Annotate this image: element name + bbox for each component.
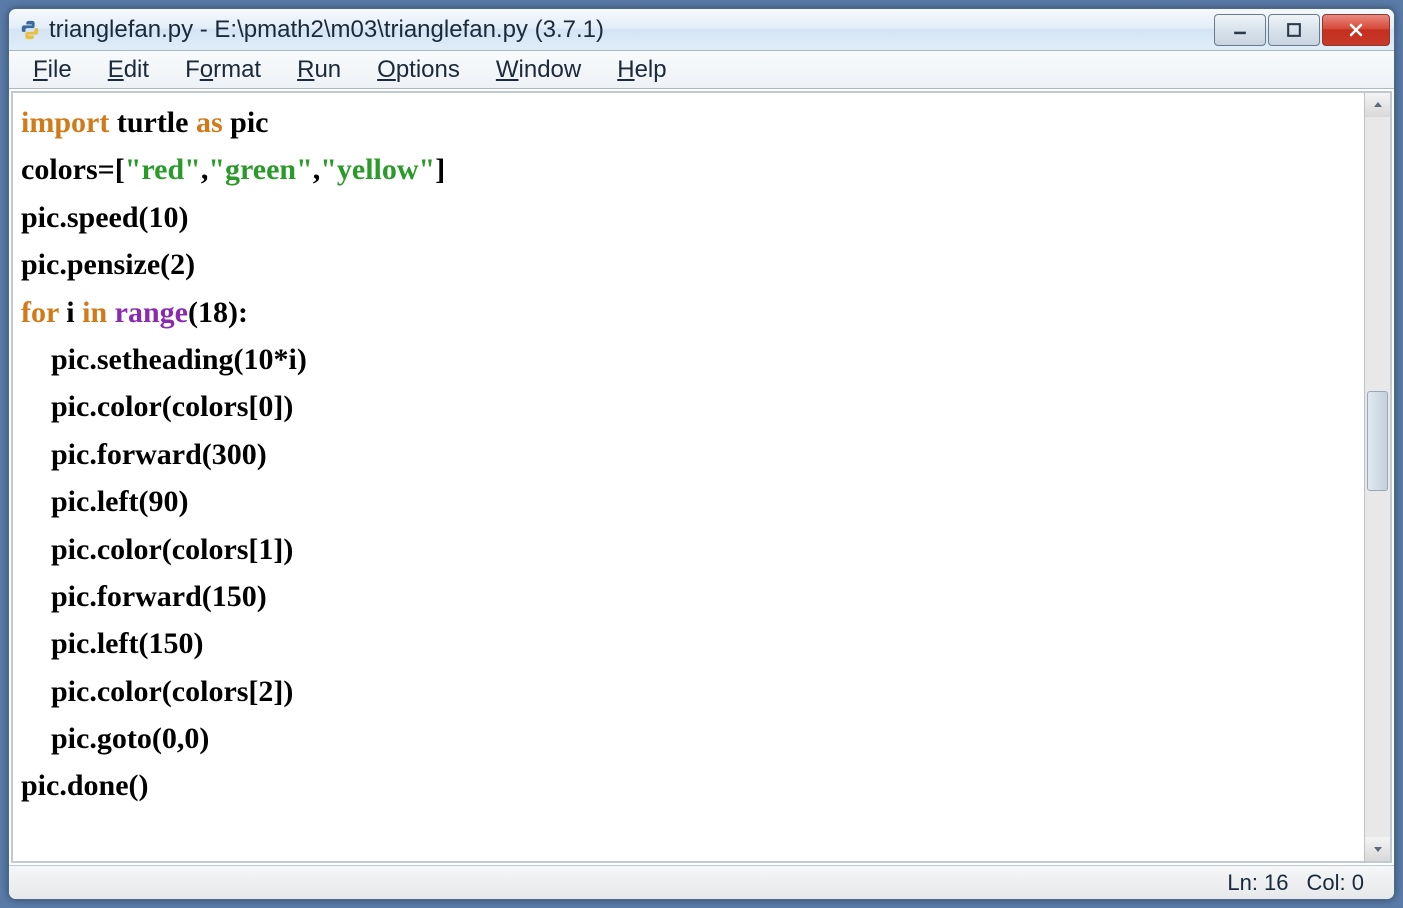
scroll-down-arrow[interactable] xyxy=(1365,837,1390,861)
scroll-up-arrow[interactable] xyxy=(1365,93,1390,117)
menu-help[interactable]: Help xyxy=(599,52,684,88)
close-button[interactable] xyxy=(1322,14,1390,46)
menu-format[interactable]: Format xyxy=(167,52,279,88)
menu-run[interactable]: Run xyxy=(279,52,359,88)
scroll-thumb[interactable] xyxy=(1367,391,1388,492)
menu-window[interactable]: Window xyxy=(478,52,599,88)
minimize-button[interactable] xyxy=(1214,14,1266,46)
title-bar[interactable]: trianglefan.py - E:\pmath2\m03\trianglef… xyxy=(9,9,1394,51)
maximize-button[interactable] xyxy=(1268,14,1320,46)
window-title: trianglefan.py - E:\pmath2\m03\trianglef… xyxy=(49,16,1214,44)
status-col: Col: 0 xyxy=(1307,870,1364,896)
editor-container: import turtle as pic colors=["red","gree… xyxy=(11,91,1392,863)
status-line: Ln: 16 xyxy=(1227,870,1288,896)
menu-file[interactable]: File xyxy=(15,52,90,88)
menu-edit[interactable]: Edit xyxy=(90,52,167,88)
vertical-scrollbar[interactable] xyxy=(1364,93,1390,861)
scroll-track[interactable] xyxy=(1365,117,1390,837)
idle-window: trianglefan.py - E:\pmath2\m03\trianglef… xyxy=(8,8,1395,900)
menu-bar: File Edit Format Run Options Window Help xyxy=(9,51,1394,89)
window-controls xyxy=(1214,14,1390,46)
code-editor[interactable]: import turtle as pic colors=["red","gree… xyxy=(13,93,1364,861)
python-icon xyxy=(19,19,41,41)
menu-options[interactable]: Options xyxy=(359,52,478,88)
status-bar: Ln: 16 Col: 0 xyxy=(9,865,1394,899)
